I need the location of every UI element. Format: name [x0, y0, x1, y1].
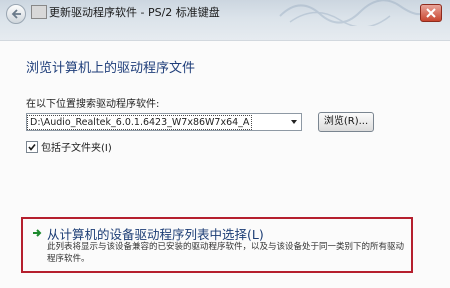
path-value[interactable]: D:\Audio_Realtek_6.0.1.6423_W7x86W7x64_A [27, 115, 253, 130]
include-subfolders-checkbox[interactable] [26, 141, 38, 153]
path-combobox[interactable]: D:\Audio_Realtek_6.0.1.6423_W7x86W7x64_A [26, 113, 302, 131]
green-arrow-icon [33, 229, 42, 237]
window-title: 更新驱动程序软件 - PS/2 标准键盘 [49, 6, 220, 19]
back-button[interactable] [6, 4, 26, 24]
include-subfolders-label[interactable]: 包括子文件夹(I) [41, 139, 112, 154]
close-icon [426, 8, 436, 18]
device-icon [31, 5, 47, 19]
pick-from-list-option[interactable]: 从计算机的设备驱动程序列表中选择(L) 此列表将显示与该设备兼容的已安装的驱动程… [21, 217, 413, 273]
title-decoration-pattern [279, 0, 429, 26]
page-heading: 浏览计算机上的驱动程序文件 [26, 61, 196, 76]
back-arrow-icon [11, 9, 21, 19]
pick-from-list-description: 此列表将显示与该设备兼容的已安装的驱动程序软件，以及与该设备处于同一类别下的所有… [47, 242, 405, 264]
search-location-label: 在以下位置搜索驱动程序软件: [26, 99, 160, 110]
browse-button[interactable]: 浏览(R)... [318, 112, 374, 132]
checkmark-icon [28, 144, 36, 151]
wizard-content: 浏览计算机上的驱动程序文件 在以下位置搜索驱动程序软件: D:\Audio_Re… [0, 40, 450, 288]
close-button[interactable] [420, 4, 442, 22]
chevron-down-icon[interactable] [289, 117, 299, 127]
title-bar: 更新驱动程序软件 - PS/2 标准键盘 [0, 0, 450, 40]
